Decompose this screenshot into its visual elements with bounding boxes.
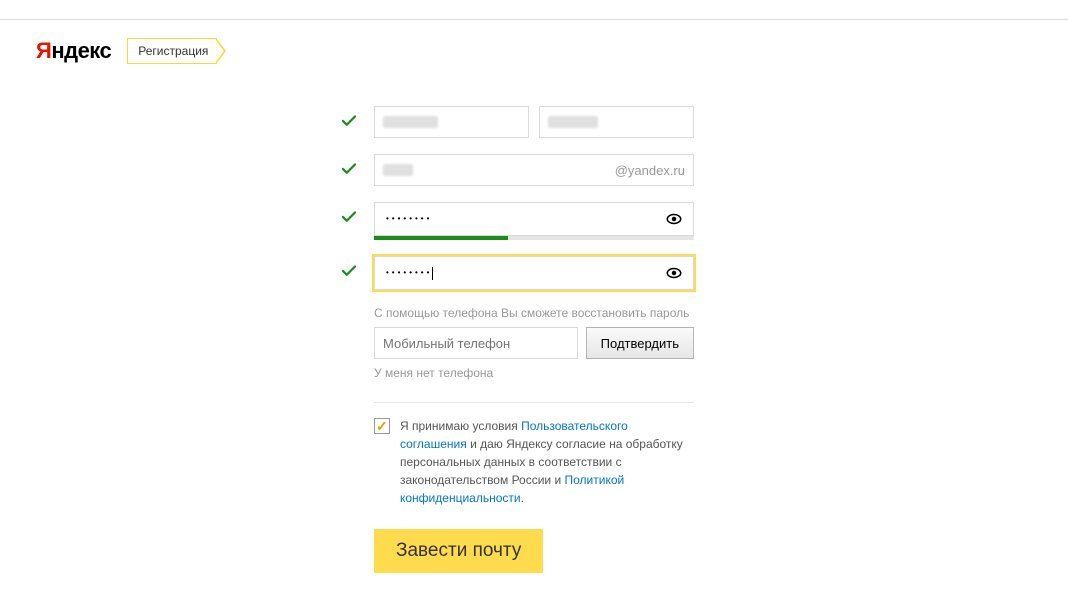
phone-input[interactable] [374,327,578,359]
yandex-logo[interactable]: Яндекс [36,38,111,64]
password-strength-bar [374,236,694,240]
login-input[interactable]: @yandex.ru [374,154,694,186]
login-suffix: @yandex.ru [615,163,685,178]
check-icon [340,112,358,130]
eye-icon[interactable] [665,210,683,228]
no-phone-link[interactable]: У меня нет телефона [374,366,694,380]
check-icon [340,262,358,280]
eye-icon[interactable] [665,264,683,282]
check-icon [340,208,358,226]
terms-text: Я принимаю условия Пользовательского сог… [400,417,694,507]
terms-checkbox[interactable] [374,418,390,434]
confirm-password-input[interactable]: •••••••• [374,256,694,290]
firstname-input[interactable] [374,106,529,138]
check-icon [340,160,358,178]
confirm-phone-button[interactable]: Подтвердить [586,327,694,359]
divider [374,402,694,403]
lastname-input[interactable] [539,106,694,138]
password-input[interactable]: •••••••• [374,202,694,236]
registration-tag: Регистрация [127,38,217,64]
phone-hint: С помощью телефона Вы сможете восстанови… [374,306,694,320]
submit-button[interactable]: Завести почту [374,529,543,573]
